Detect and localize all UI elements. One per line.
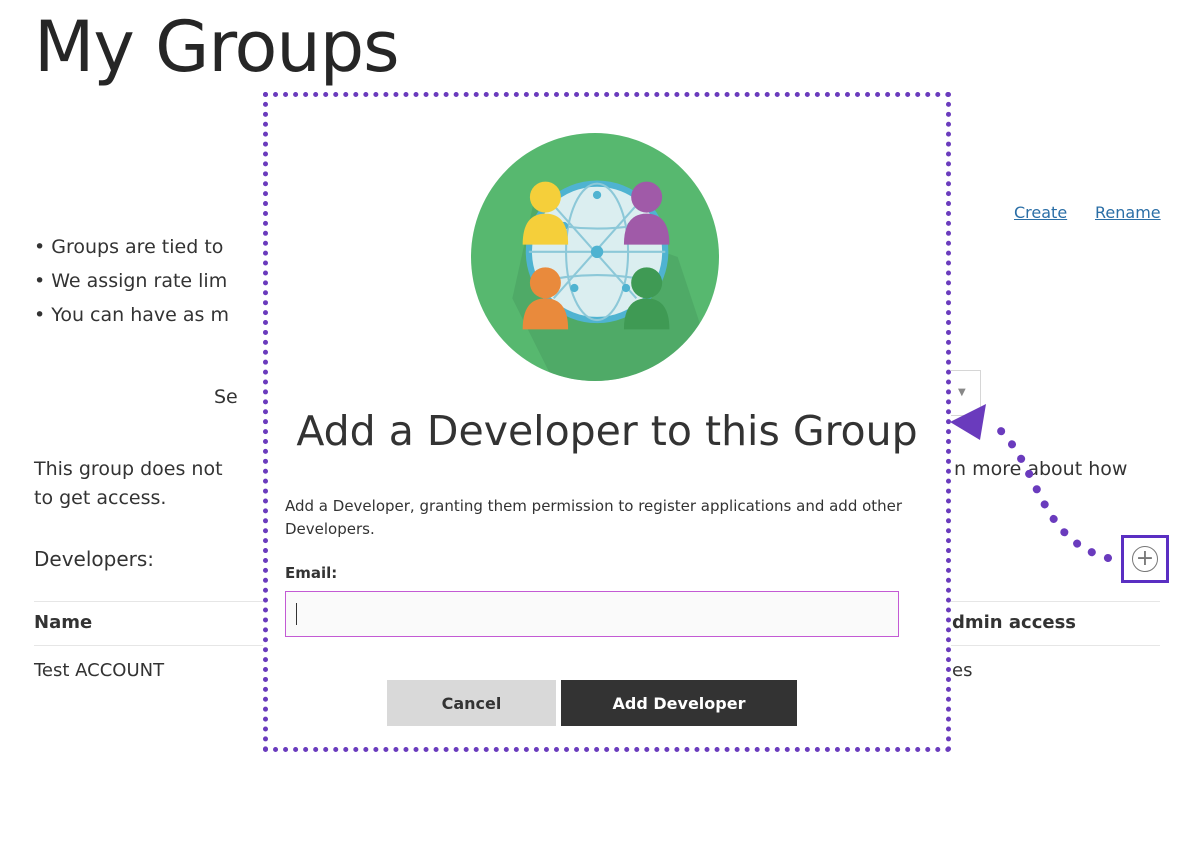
create-link[interactable]: Create bbox=[1014, 203, 1067, 222]
rename-link[interactable]: Rename bbox=[1095, 203, 1161, 222]
notice-text-line2: to get access. bbox=[34, 487, 167, 509]
info-bullet-3: • You can have as m bbox=[34, 304, 229, 326]
add-developer-modal: Add a Developer to this Group Add a Deve… bbox=[263, 92, 951, 752]
column-header-name: Name bbox=[34, 612, 93, 633]
page-title: My Groups bbox=[34, 6, 400, 88]
notice-text-right: n more about how bbox=[954, 458, 1128, 480]
chevron-down-icon: ▼ bbox=[958, 387, 966, 398]
add-developer-button[interactable]: Add Developer bbox=[561, 680, 797, 726]
modal-description: Add a Developer, granting them permissio… bbox=[285, 497, 903, 538]
developers-label: Developers: bbox=[34, 547, 155, 571]
info-bullet-1: • Groups are tied to bbox=[34, 236, 224, 258]
notice-text-left: This group does not bbox=[34, 458, 223, 480]
group-network-icon bbox=[471, 133, 719, 381]
group-select-label: Se bbox=[214, 386, 238, 408]
email-field[interactable] bbox=[285, 591, 899, 637]
table-cell-admin: es bbox=[952, 660, 973, 681]
text-cursor bbox=[296, 603, 297, 625]
table-cell-name: Test ACCOUNT bbox=[34, 660, 165, 681]
plus-circle-icon: + bbox=[1132, 546, 1158, 572]
modal-title: Add a Developer to this Group bbox=[296, 407, 918, 455]
email-label: Email: bbox=[285, 564, 338, 582]
group-select-dropdown[interactable]: ▼ bbox=[948, 370, 981, 416]
cancel-button[interactable]: Cancel bbox=[387, 680, 556, 726]
column-header-admin: dmin access bbox=[952, 612, 1077, 633]
info-bullet-2: • We assign rate lim bbox=[34, 270, 228, 292]
add-developer-trigger[interactable]: + bbox=[1121, 535, 1169, 583]
